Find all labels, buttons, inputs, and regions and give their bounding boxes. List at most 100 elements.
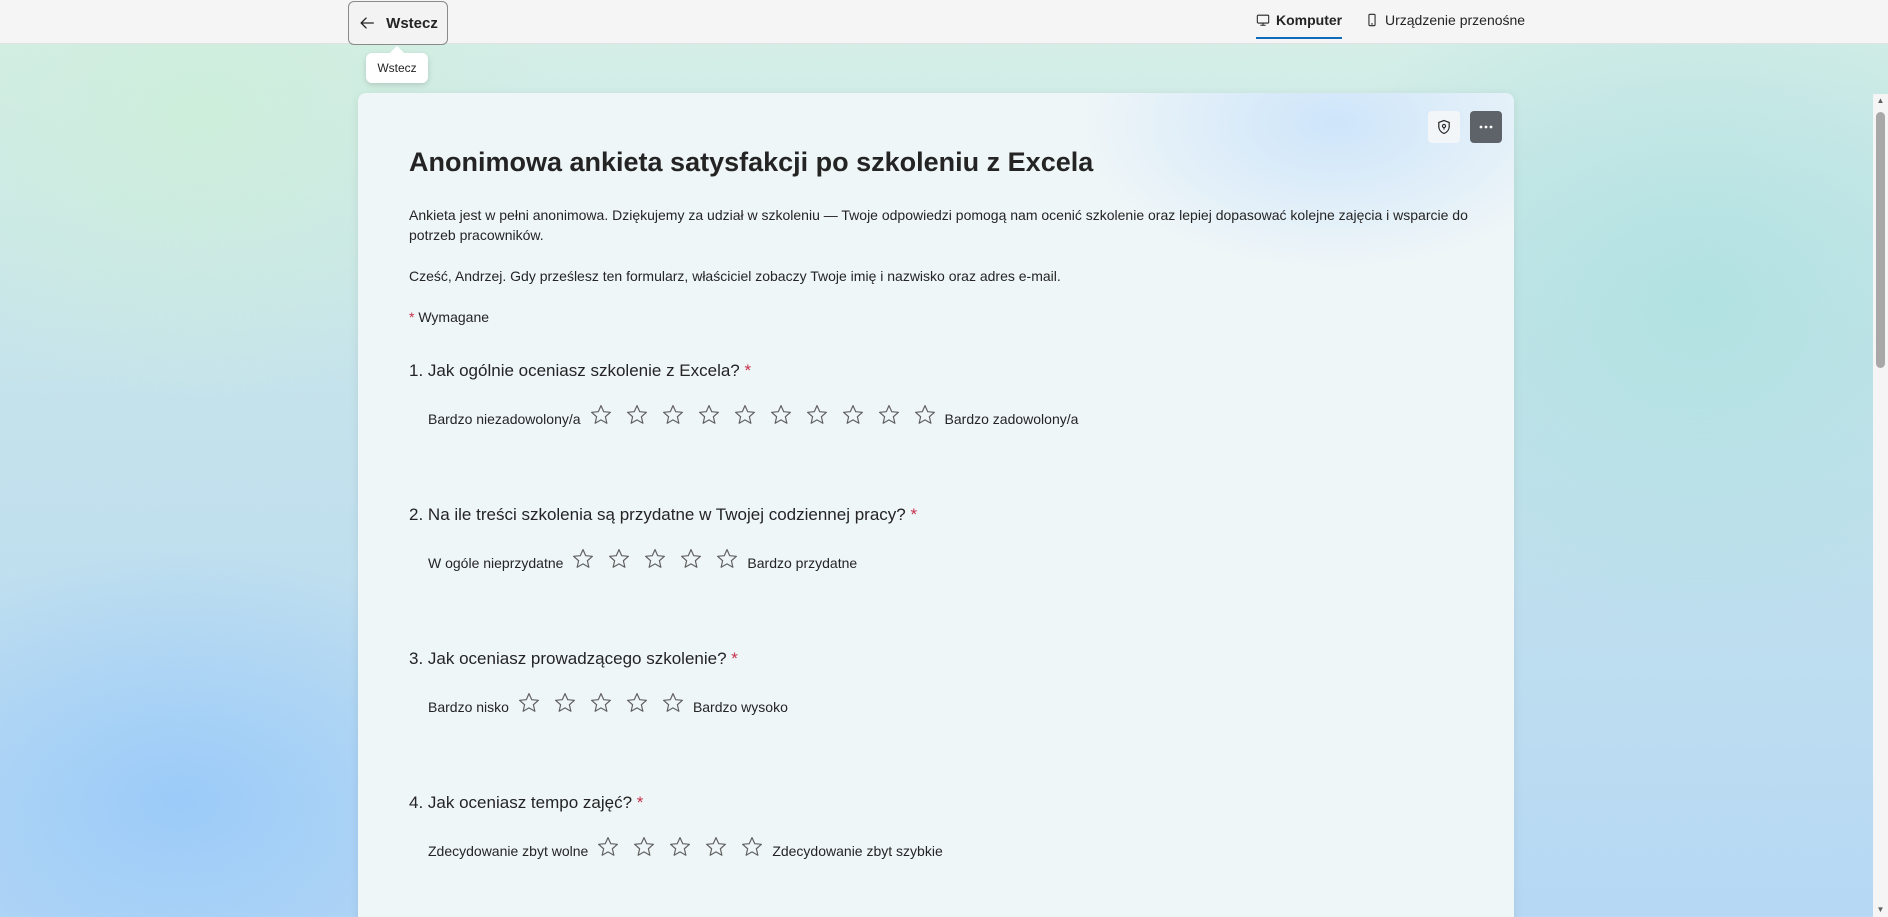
rating-min-label: W ogóle nieprzydatne [428,555,564,571]
star-icon [662,693,683,712]
star-icon [878,405,899,424]
rating-row: Zdecydowanie zbyt wolne Zdecydowanie zby… [428,837,943,863]
star-4[interactable] [679,547,703,571]
shield-icon [1438,119,1450,135]
star-5[interactable] [733,403,757,427]
star-2[interactable] [625,403,649,427]
star-5[interactable] [715,547,739,571]
star-icon [698,405,719,424]
scroll-thumb[interactable] [1876,112,1885,368]
star-icon [634,837,655,856]
question-2: 2. Na ile treści szkolenia są przydatne … [409,505,917,571]
tab-desktop[interactable]: Komputer [1256,0,1343,40]
rating-row: Bardzo nisko Bardzo wysoko [428,693,788,719]
star-icon [590,405,611,424]
rating-max-label: Zdecydowanie zbyt szybkie [772,843,943,859]
rating-max-label: Bardzo wysoko [692,699,788,715]
question-number: 3. [409,649,424,668]
star-5[interactable] [661,691,685,715]
star-icon [609,549,630,568]
scroll-down-arrow[interactable]: ▼ [1876,905,1885,915]
question-4: 4. Jak oceniasz tempo zajęć? * Zdecydowa… [409,793,943,859]
star-4[interactable] [704,835,728,859]
star-9[interactable] [877,403,901,427]
star-icon [573,549,594,568]
required-asterisk: * [910,505,918,524]
back-tooltip: Wstecz [366,53,428,83]
page-scrollbar[interactable]: ▲ ▼ [1873,94,1888,917]
star-icon [681,549,702,568]
monitor-icon [1256,14,1270,26]
star-rating [517,691,685,715]
privacy-button[interactable] [1428,111,1460,143]
required-label: Wymagane [418,309,490,325]
star-1[interactable] [517,691,541,715]
required-asterisk: * [409,309,415,325]
back-button-label: Wstecz [386,14,438,32]
star-icon [590,693,611,712]
star-icon [518,693,539,712]
form-description: Ankieta jest w pełni anonimowa. Dziękuje… [409,207,1468,243]
question-text: Jak oceniasz prowadzącego szkolenie? [427,649,727,668]
star-3[interactable] [589,691,613,715]
star-3[interactable] [668,835,692,859]
star-4[interactable] [625,691,649,715]
star-icon [670,837,691,856]
question-title: 4. Jak oceniasz tempo zajęć? * [409,793,643,813]
question-number: 4. [409,793,424,812]
rating-min-label: Zdecydowanie zbyt wolne [428,843,589,859]
form-title: Anonimowa ankieta satysfakcji po szkolen… [409,147,1094,177]
top-bar: Wstecz Komputer Urządzenie przenośne [0,0,1888,45]
star-5[interactable] [740,835,764,859]
star-3[interactable] [661,403,685,427]
star-2[interactable] [632,835,656,859]
question-title: 1. Jak ogólnie oceniasz szkolenie z Exce… [409,361,751,381]
star-1[interactable] [571,547,595,571]
star-7[interactable] [805,403,829,427]
star-6[interactable] [769,403,793,427]
rating-row: W ogóle nieprzydatne Bardzo przydatne [428,549,857,575]
star-8[interactable] [841,403,865,427]
mobile-icon [1368,13,1376,27]
star-icon [770,405,791,424]
star-1[interactable] [596,835,620,859]
rating-min-label: Bardzo nisko [428,699,509,715]
star-icon [662,405,683,424]
more-options-button[interactable] [1470,111,1502,143]
star-icon [806,405,827,424]
question-number: 1. [409,361,424,380]
back-button[interactable]: Wstecz [348,1,448,45]
star-rating [596,835,764,859]
star-icon [554,693,575,712]
star-icon [706,837,727,856]
question-text: Jak oceniasz tempo zajęć? [427,793,633,812]
star-icon [914,405,935,424]
question-text: Na ile treści szkolenia są przydatne w T… [427,505,906,524]
star-icon [598,837,619,856]
question-3: 3. Jak oceniasz prowadzącego szkolenie? … [409,649,788,715]
star-rating [589,403,937,427]
star-2[interactable] [553,691,577,715]
question-1: 1. Jak ogólnie oceniasz szkolenie z Exce… [409,361,1078,427]
tab-mobile-label: Urządzenie przenośne [1385,12,1526,28]
scroll-up-arrow[interactable]: ▲ [1876,96,1885,106]
tab-mobile[interactable]: Urządzenie przenośne [1365,0,1525,40]
star-1[interactable] [589,403,613,427]
star-icon [717,549,738,568]
question-title: 2. Na ile treści szkolenia są przydatne … [409,505,917,525]
question-text: Jak ogólnie oceniasz szkolenie z Excela? [427,361,740,380]
star-2[interactable] [607,547,631,571]
question-title: 3. Jak oceniasz prowadzącego szkolenie? … [409,649,738,669]
tab-desktop-label: Komputer [1276,12,1343,28]
star-rating [571,547,739,571]
star-icon [842,405,863,424]
star-4[interactable] [697,403,721,427]
form-greeting: Cześć, Andrzej. Gdy prześlesz ten formul… [409,268,1061,284]
required-asterisk: * [731,649,738,668]
rating-row: Bardzo niezadowolony/a Bardzo zadowolony… [428,405,1078,431]
star-3[interactable] [643,547,667,571]
required-asterisk: * [636,793,644,812]
question-number: 2. [409,505,424,524]
star-10[interactable] [913,403,937,427]
arrow-left-icon [360,17,375,29]
